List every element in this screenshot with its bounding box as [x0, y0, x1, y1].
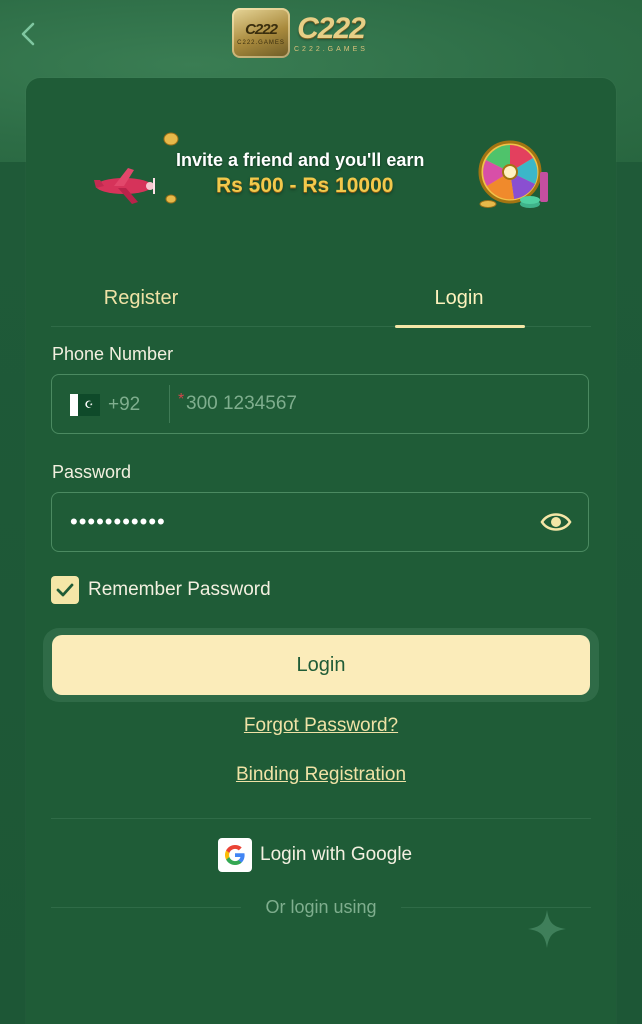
prize-wheel-icon — [478, 140, 548, 208]
remember-password-label: Remember Password — [88, 579, 271, 600]
phone-field[interactable]: ☪ +92 * — [51, 374, 589, 434]
phone-input[interactable] — [176, 387, 566, 421]
logo-badge-subtext: C222.GAMES — [237, 39, 285, 46]
google-login-button[interactable]: Login with Google — [218, 838, 412, 872]
brand-logo: C222 C222.GAMES C222 C222.GAMES — [232, 6, 410, 60]
section-divider — [51, 818, 591, 819]
sparkle-icon — [528, 910, 566, 948]
remember-password-toggle[interactable]: Remember Password — [51, 575, 271, 605]
logo-badge-text: C222 — [245, 20, 278, 38]
logo-badge: C222 C222.GAMES — [232, 8, 290, 58]
phone-number-label: Phone Number — [52, 344, 174, 364]
eye-icon[interactable] — [540, 509, 572, 535]
active-tab-indicator — [395, 325, 525, 328]
password-input[interactable]: ••••••••••• — [70, 509, 166, 535]
banner-amount: Rs 500 - Rs 10000 — [216, 174, 394, 197]
login-button-wrapper: Login — [43, 628, 599, 702]
invite-banner[interactable]: Invite a friend and you'll earn Rs 500 -… — [80, 130, 564, 216]
auth-tabs: Register Login — [51, 272, 591, 328]
checkmark-icon — [56, 583, 74, 597]
password-label: Password — [52, 462, 132, 482]
pakistan-flag-icon: ☪ — [70, 394, 100, 416]
logo-wordmark: C222 C222.GAMES — [294, 11, 368, 53]
google-login-label: Login with Google — [260, 844, 413, 865]
or-line-left — [51, 906, 242, 908]
forgot-password-link[interactable]: Forgot Password? — [26, 715, 616, 737]
binding-registration-link[interactable]: Binding Registration — [26, 764, 616, 786]
country-code: +92 — [108, 394, 141, 415]
tab-login[interactable]: Login — [394, 272, 524, 324]
chevron-left-icon — [21, 22, 35, 46]
login-card: Invite a friend and you'll earn Rs 500 -… — [26, 78, 616, 1024]
phone-field-divider — [169, 385, 170, 423]
login-button[interactable]: Login — [52, 635, 590, 695]
back-button[interactable] — [12, 18, 44, 50]
banner-headline: Invite a friend and you'll earn — [176, 150, 425, 170]
or-separator: Or login using — [51, 894, 591, 920]
logo-wordmark-text: C222 — [297, 11, 366, 45]
google-icon — [218, 838, 252, 872]
remember-checkbox[interactable] — [51, 576, 79, 604]
country-code-selector[interactable]: ☪ +92 — [70, 393, 140, 417]
password-field[interactable]: ••••••••••• — [51, 492, 589, 552]
tab-register[interactable]: Register — [76, 272, 206, 324]
coin-icon — [165, 194, 177, 204]
logo-wordmark-subtext: C222.GAMES — [294, 45, 368, 53]
or-login-using-text: Or login using — [265, 896, 377, 917]
airplane-icon — [94, 168, 155, 204]
coin-icon — [163, 132, 179, 146]
